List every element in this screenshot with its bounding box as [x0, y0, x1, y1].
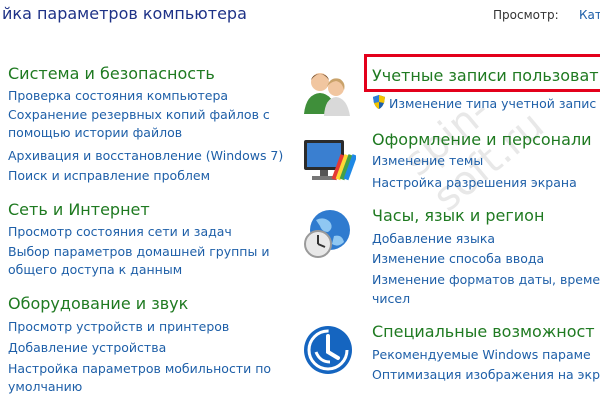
- link-mobility-settings[interactable]: Настройка параметров мобильности по: [8, 360, 271, 378]
- link-backup-file-history[interactable]: Сохранение резервных копий файлов с: [8, 106, 270, 124]
- ease-of-access-icon[interactable]: [300, 322, 356, 378]
- category-hardware-sound[interactable]: Оборудование и звук: [8, 294, 188, 313]
- link-homegroup-options-cont[interactable]: общего доступа к данным: [8, 261, 182, 279]
- category-user-accounts[interactable]: Учетные записи пользоват: [372, 66, 599, 85]
- link-homegroup-options[interactable]: Выбор параметров домашней группы и: [8, 243, 269, 261]
- link-recommended-settings[interactable]: Рекомендуемые Windows параме: [372, 346, 591, 364]
- link-optimize-display[interactable]: Оптимизация изображения на экр: [372, 366, 600, 384]
- link-change-date-formats[interactable]: Изменение форматов даты, време: [372, 271, 600, 289]
- link-add-device[interactable]: Добавление устройства: [8, 339, 166, 357]
- link-mobility-settings-cont[interactable]: умолчанию: [8, 378, 82, 396]
- link-add-language[interactable]: Добавление языка: [372, 230, 495, 248]
- category-network-internet[interactable]: Сеть и Интернет: [8, 200, 150, 219]
- link-backup-restore-win7[interactable]: Архивация и восстановление (Windows 7): [8, 147, 283, 165]
- link-screen-resolution[interactable]: Настройка разрешения экрана: [372, 174, 577, 192]
- shield-icon: [372, 94, 386, 115]
- users-icon[interactable]: [300, 66, 356, 122]
- link-change-theme[interactable]: Изменение темы: [372, 152, 483, 170]
- category-system-security[interactable]: Система и безопасность: [8, 64, 215, 83]
- link-change-date-formats-cont[interactable]: чисел: [372, 290, 410, 308]
- link-change-input-method[interactable]: Изменение способа ввода: [372, 250, 544, 268]
- clock-globe-icon[interactable]: [300, 206, 356, 262]
- link-troubleshoot[interactable]: Поиск и исправление проблем: [8, 167, 210, 185]
- link-devices-printers[interactable]: Просмотр устройств и принтеров: [8, 318, 229, 336]
- link-change-account-type-label: Изменение типа учетной запис: [389, 96, 597, 111]
- category-appearance[interactable]: Оформление и персонали: [372, 130, 592, 149]
- view-by-dropdown[interactable]: Кат: [579, 8, 600, 22]
- page-title: йка параметров компьютера: [2, 4, 247, 23]
- link-check-computer-status[interactable]: Проверка состояния компьютера: [8, 87, 228, 105]
- link-change-account-type[interactable]: Изменение типа учетной запис: [372, 94, 596, 115]
- category-ease-of-access[interactable]: Специальные возможност: [372, 322, 595, 341]
- category-clock-language-region[interactable]: Часы, язык и регион: [372, 206, 544, 225]
- link-backup-file-history-cont[interactable]: помощью истории файлов: [8, 124, 182, 142]
- appearance-icon[interactable]: [300, 134, 358, 190]
- link-network-status[interactable]: Просмотр состояния сети и задач: [8, 223, 232, 241]
